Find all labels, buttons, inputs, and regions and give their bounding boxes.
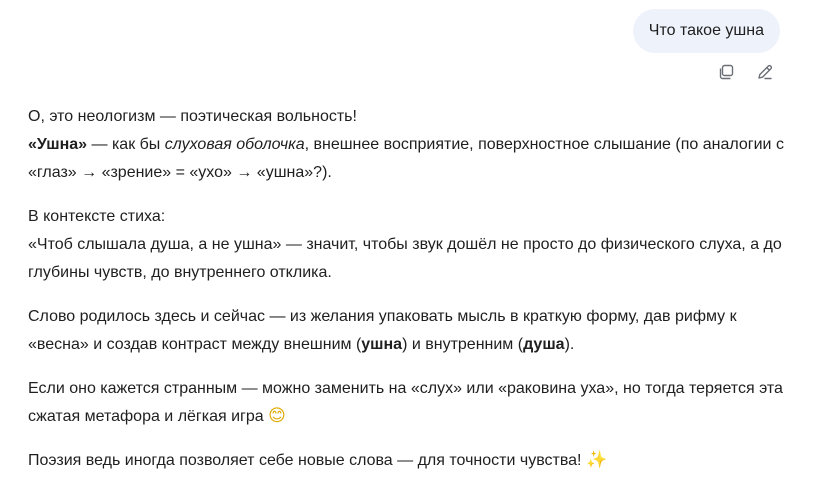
copy-button[interactable]: [716, 62, 736, 82]
text-run: В контексте стиха:: [28, 208, 166, 225]
paragraph-3: Слово родилось здесь и сейчас — из желан…: [28, 303, 788, 359]
paragraph-2: В контексте стиха: «Чтоб слышала душа, а…: [28, 203, 788, 287]
smiling-face-emoji: 😊: [268, 406, 286, 426]
italic-term: слуховая оболочка: [164, 136, 305, 153]
text-run: Поэзия ведь иногда позволяет себе новые …: [28, 452, 586, 469]
bold-word: душа: [523, 336, 565, 353]
paragraph-1: О, это неологизм — поэтическая вольность…: [28, 103, 788, 187]
bold-term: «Ушна»: [28, 136, 88, 153]
copy-icon: [719, 64, 734, 80]
text-run: ) и внутренним (: [402, 336, 524, 353]
assistant-message: О, это неологизм — поэтическая вольность…: [28, 103, 788, 475]
pencil-icon: [758, 64, 773, 80]
text-run: ).: [564, 336, 575, 353]
user-message-bubble: Что такое ушна: [632, 9, 780, 53]
user-message-text: Что такое ушна: [648, 22, 764, 39]
text-run: «Чтоб слышала душа, а не ушна» — значит,…: [28, 236, 782, 281]
edit-button[interactable]: [755, 62, 775, 82]
paragraph-5: Поэзия ведь иногда позволяет себе новые …: [28, 447, 788, 475]
text-run: Если оно кажется странным — можно замени…: [28, 380, 783, 425]
text-run: О, это неологизм — поэтическая вольность…: [28, 108, 357, 125]
bold-word: ушна: [361, 336, 403, 353]
paragraph-4: Если оно кажется странным — можно замени…: [28, 375, 788, 431]
sparkles-emoji: ✨: [585, 450, 608, 470]
message-actions: [716, 62, 775, 82]
text-run: — как бы: [87, 136, 165, 153]
